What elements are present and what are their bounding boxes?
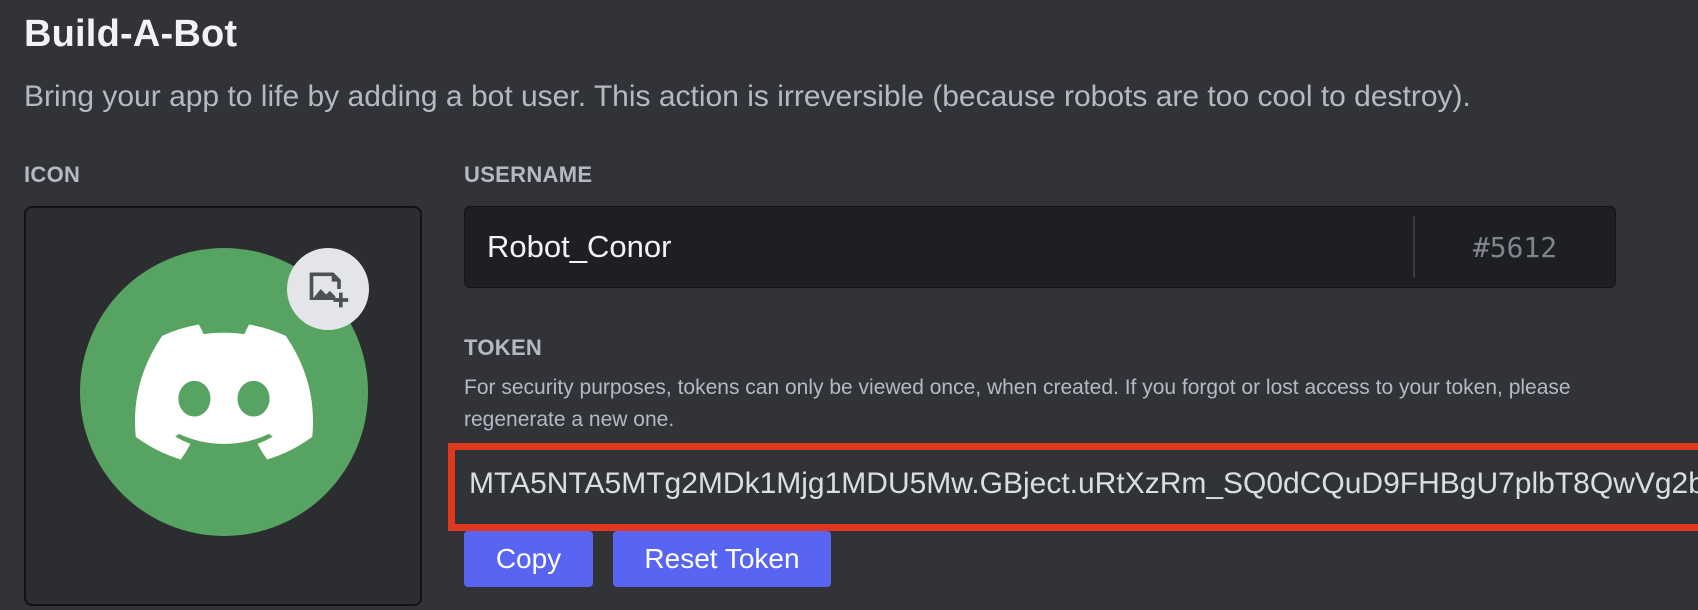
page-title: Build-A-Bot	[24, 13, 238, 55]
upload-image-button[interactable]	[287, 248, 369, 330]
token-highlight-box: MTA5NTA5MTg2MDk1Mjg1MDU5Mw.GBject.uRtXzR…	[448, 443, 1698, 531]
page-subtitle: Bring your app to life by adding a bot u…	[24, 80, 1471, 113]
token-help-text: For security purposes, tokens can only b…	[464, 376, 1571, 431]
username-section-label: USERNAME	[464, 162, 593, 187]
username-field: #5612	[464, 206, 1616, 288]
icon-section-label: ICON	[24, 162, 81, 187]
add-image-icon	[309, 272, 349, 308]
discord-logo-icon	[135, 324, 313, 460]
username-discriminator: #5612	[1472, 230, 1558, 264]
copy-token-button[interactable]: Copy	[464, 531, 593, 587]
token-value[interactable]: MTA5NTA5MTg2MDk1Mjg1MDU5Mw.GBject.uRtXzR…	[469, 467, 1698, 501]
token-section-label: TOKEN	[464, 335, 543, 360]
build-a-bot-page: Build-A-Bot Bring your app to life by ad…	[0, 0, 1698, 610]
reset-token-button[interactable]: Reset Token	[613, 531, 831, 587]
username-input[interactable]	[465, 206, 1413, 288]
